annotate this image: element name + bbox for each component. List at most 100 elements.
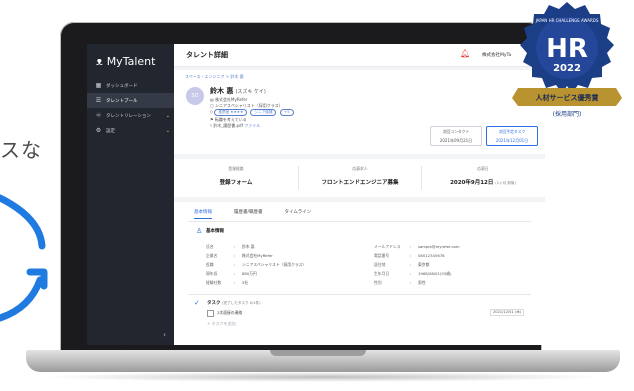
summary-value[interactable]: フロントエンドエンジニア募集 <box>298 178 422 186</box>
award-year: 2022 <box>553 63 581 74</box>
tag-chip[interactable]: ＋5 <box>279 109 294 116</box>
field-sep: : <box>234 253 236 258</box>
task-item[interactable]: 2次面接の連絡 <box>217 310 242 316</box>
field-row: 現年収: 880万円 <box>206 271 257 277</box>
field-value: sample@myrefer.com <box>418 244 460 249</box>
sidebar: ᴥ MyTalent ▦ ダッシュボード ☰ タレントプール ♾ タレントリレー… <box>87 44 174 345</box>
laptop-shadow <box>40 372 606 382</box>
file-name[interactable]: 鈴木_履歴書.pdf <box>213 123 243 128</box>
breadcrumb[interactable]: スペース・エンジニア > 鈴木 惠 <box>185 74 244 80</box>
summary-source: 登録経路 登録フォーム <box>174 166 298 186</box>
talent-name-text: 鈴木 惠 <box>210 87 234 95</box>
sidebar-item-label: タレントプール <box>106 98 138 104</box>
sidebar-item-label: タレントリレーション <box>106 113 151 119</box>
field-row: メールアドレス: sample@myrefer.com <box>374 244 460 250</box>
notification-bell-icon[interactable]: 🔔︎ <box>460 49 470 58</box>
next-contact-label: 次回コンタクト <box>442 129 470 134</box>
laptop-notch <box>270 350 366 356</box>
gear-icon: ⚙ <box>95 127 102 134</box>
field-row: 居住地: 東京都 <box>374 262 429 268</box>
tag-chip[interactable]: 推薦度 ★★★★ <box>214 109 248 116</box>
summary-label: 応募日 <box>477 166 489 171</box>
field-row: 氏名: 鈴木 惠 <box>206 244 255 250</box>
field-label: 居住地 <box>374 262 386 267</box>
award-badge: HR 2022 JAPAN HR CHALLENGE AWARDS 人材サービス… <box>512 2 622 118</box>
tag-chip[interactable]: シニア候補 <box>250 109 277 116</box>
field-label: 氏名 <box>206 244 214 249</box>
sidebar-item-settings[interactable]: ⚙ 設定 ⌄ <box>87 123 174 138</box>
field-label: 企業名 <box>206 253 218 258</box>
next-contact-box[interactable]: 次回コンタクト 2021年09月21日 <box>430 126 482 146</box>
task-title-text: タスク <box>207 301 221 306</box>
summary-value: 2020年9月12日 (1ヶ月 前後) <box>421 178 545 186</box>
field-sep: : <box>234 244 236 249</box>
summary-date-note: (1ヶ月 前後) <box>495 181 516 185</box>
field-label: 役職 <box>206 262 214 267</box>
field-sep: : <box>410 280 412 285</box>
field-sep: : <box>234 280 236 285</box>
tab-basic-info[interactable]: 基本情報 <box>194 209 212 219</box>
tab-timeline[interactable]: タイムライン <box>285 209 312 219</box>
app-logo-text: MyTalent <box>106 55 156 68</box>
add-task-button[interactable]: + タスクを追加 <box>207 321 236 327</box>
check-icon: ✓ <box>194 299 200 307</box>
field-row: 経験社数: 5社 <box>206 280 248 286</box>
summary-date-value: 2020年9月12日 <box>450 180 494 186</box>
award-ribbon-text: 人材サービス優秀賞 <box>536 93 599 102</box>
next-task-date: 2021年12月01日 <box>495 138 529 143</box>
field-value: 1968/08/01(53歳) <box>418 271 452 276</box>
file-link[interactable]: ファイル <box>244 123 260 128</box>
field-row: 電話番号: 08012345678 <box>374 253 445 259</box>
task-checkbox[interactable] <box>207 310 214 317</box>
field-sep: : <box>234 262 236 267</box>
summary-row: 登録経路 登録フォーム 応募求人 フロントエンドエンジニア募集 応募日 2020… <box>174 159 545 197</box>
summary-job: 応募求人 フロントエンドエンジニア募集 <box>298 166 422 186</box>
top-header: タレント詳細 🔔︎ 株式会社MyTa <box>174 44 545 67</box>
summary-value: 登録フォーム <box>219 180 253 186</box>
tab-divider <box>188 221 531 222</box>
sidebar-item-talent-pool[interactable]: ☰ タレントプール <box>87 93 174 108</box>
chevron-down-icon: ⌄ <box>165 127 170 134</box>
page-title: タレント詳細 <box>186 51 228 59</box>
field-label: 生年月日 <box>374 271 390 276</box>
file-line: ⌇ 鈴木_履歴書.pdf ファイル <box>210 123 260 129</box>
app-logo[interactable]: ᴥ MyTalent <box>96 55 155 68</box>
chevron-down-icon: ⌄ <box>165 112 170 119</box>
sidebar-item-dashboard[interactable]: ▦ ダッシュボード <box>87 78 174 93</box>
company-menu[interactable]: 株式会社MyTa <box>482 52 511 58</box>
sidebar-item-label: 設定 <box>106 128 115 134</box>
person-icon: ♙ <box>196 227 203 235</box>
sidebar-nav: ▦ ダッシュボード ☰ タレントプール ♾ タレントリレーション ⌄ ⚙ 設定 … <box>87 78 174 138</box>
task-count: (完了したタスク 0/1件) <box>222 301 261 305</box>
field-label: 経験社数 <box>206 280 222 285</box>
field-sep: : <box>234 271 236 276</box>
promo-text: スな <box>0 138 42 162</box>
profile-card: スペース・エンジニア > 鈴木 惠 SO 鈴木 惠 (スズキ ケイ) ▤ 株式会社… <box>174 70 545 154</box>
field-value: 5社 <box>242 280 249 285</box>
app-screen: ᴥ MyTalent ▦ ダッシュボード ☰ タレントプール ♾ タレントリレー… <box>87 44 545 345</box>
task-date[interactable]: 2021/12/01 (木) <box>490 309 525 316</box>
field-sep: : <box>410 244 412 249</box>
field-label: メールアドレス <box>374 244 401 249</box>
field-value: 880万円 <box>242 271 257 276</box>
award-arc-text: JAPAN HR CHALLENGE AWARDS <box>535 18 599 23</box>
field-value: 株式会社MyRefer <box>242 253 273 258</box>
sidebar-item-talent-relation[interactable]: ♾ タレントリレーション ⌄ <box>87 108 174 123</box>
summary-date: 応募日 2020年9月12日 (1ヶ月 前後) <box>421 166 545 186</box>
field-label: 電話番号 <box>374 253 390 258</box>
field-row: 企業名: 株式会社MyRefer <box>206 253 273 259</box>
summary-label: 応募求人 <box>352 166 368 171</box>
tag-line: ◇ 推薦度 ★★★★ シニア候補 ＋5 <box>210 109 296 116</box>
field-sep: : <box>410 262 412 267</box>
dashboard-icon: ▦ <box>95 82 102 89</box>
field-value: 男性 <box>418 280 426 285</box>
tab-resume[interactable]: 履歴書/職歴書 <box>234 209 263 219</box>
sidebar-collapse-button[interactable]: ‹ <box>163 330 166 339</box>
field-value: 08012345678 <box>418 253 445 258</box>
avatar: SO <box>186 87 204 105</box>
divider <box>188 294 531 295</box>
section-title: 基本情報 <box>206 229 224 234</box>
next-contact-date: 2021年09月21日 <box>439 138 473 143</box>
role-line-text: シニアスペシャリスト（採用クラス） <box>215 103 283 108</box>
promo-arc-decoration <box>0 194 48 322</box>
